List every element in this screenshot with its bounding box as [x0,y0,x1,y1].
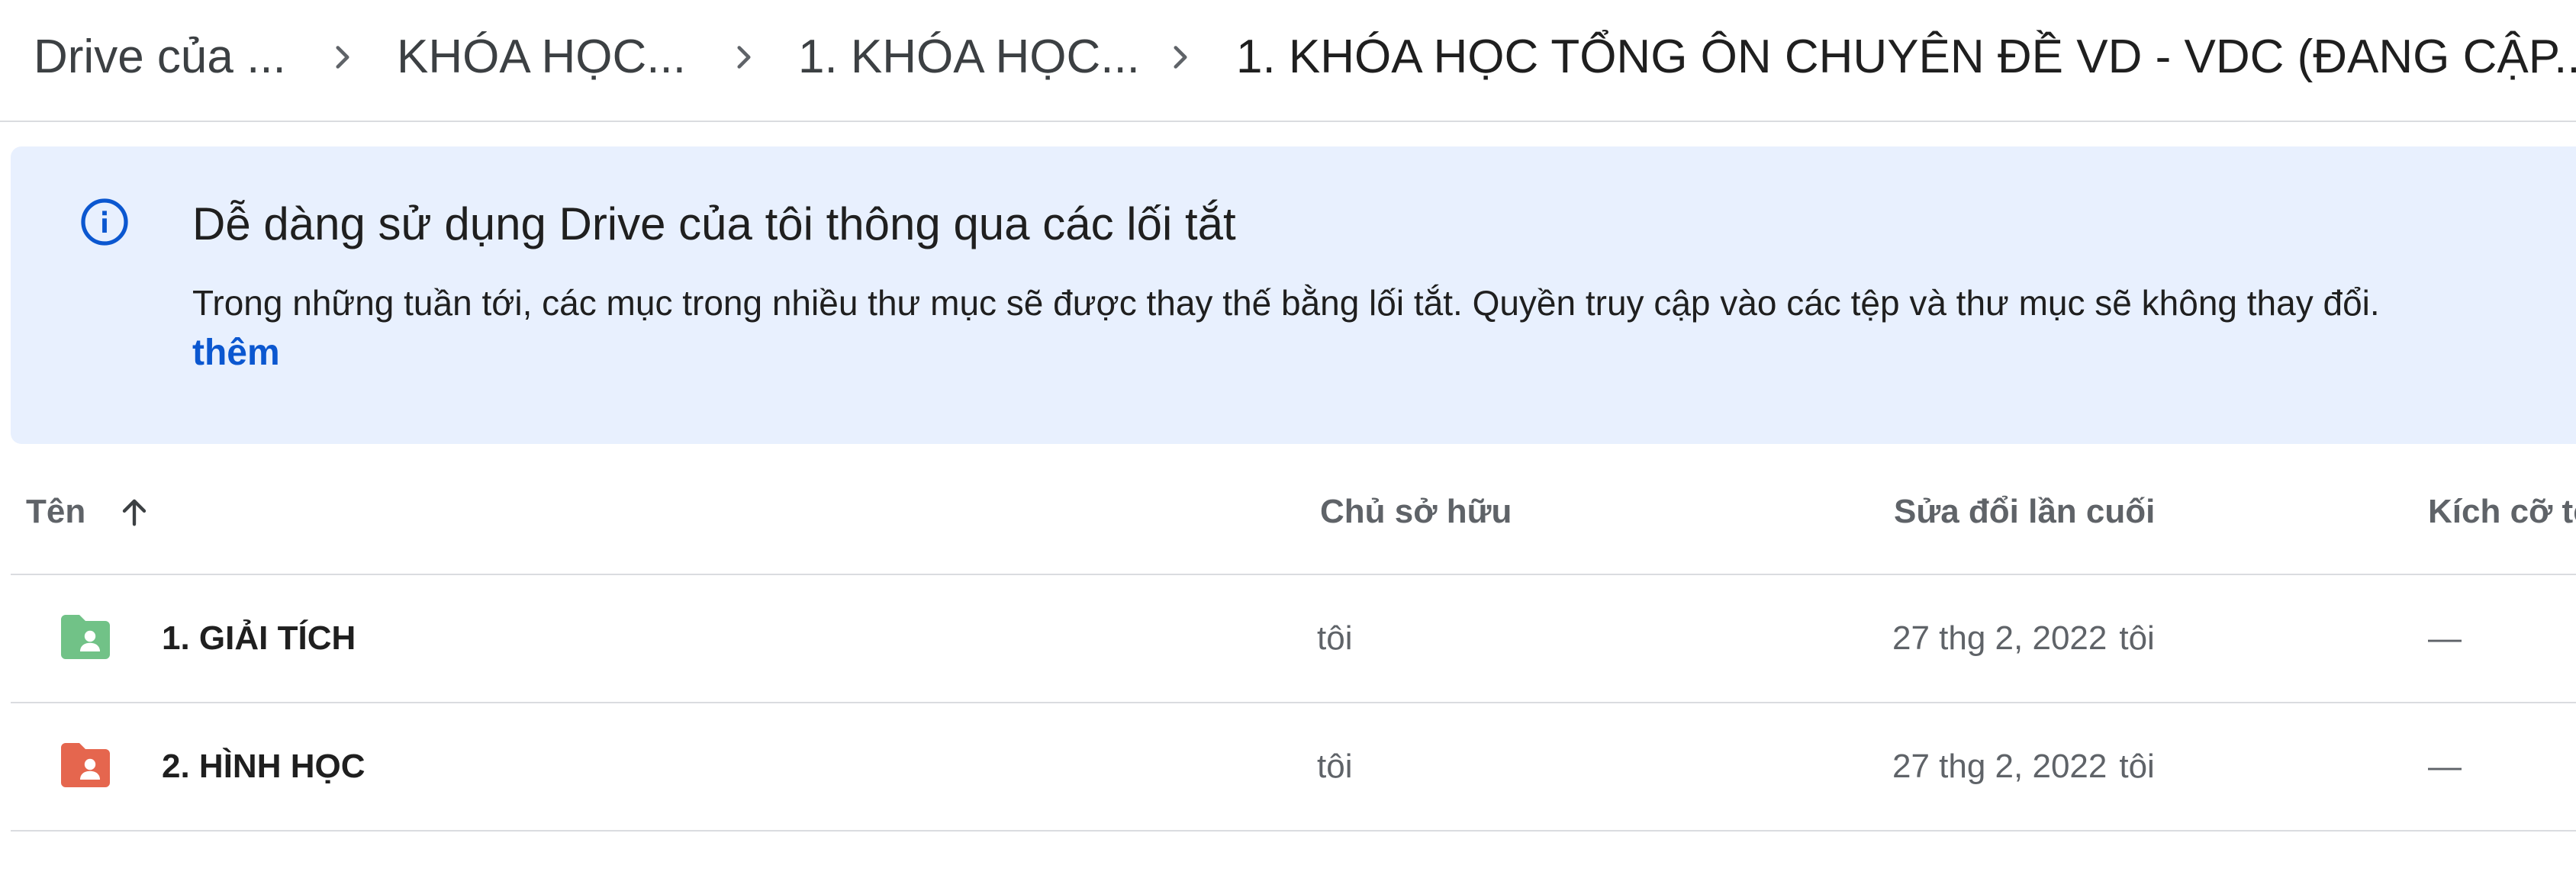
shortcuts-info-banner: Dễ dàng sử dụng Drive của tôi thông qua … [11,146,2576,444]
column-header-file-size[interactable]: Kích cỡ tệp [2428,450,2576,574]
file-name: 2. HÌNH HỌC [162,748,365,785]
file-name: 1. GIẢI TÍCH [162,619,356,657]
file-list-header: Tên Chủ sở hữu Sửa đổi lần cuối Kích cỡ … [11,450,2576,575]
file-size-cell: — [2428,619,2462,657]
last-modified-cell: 27 thg 2, 2022 tôi [1892,575,2155,702]
info-icon [78,195,131,249]
breadcrumb-item-my-drive[interactable]: Drive của ... [34,0,286,114]
shared-folder-icon [58,741,113,790]
column-header-last-modified[interactable]: Sửa đổi lần cuối [1894,450,2155,574]
table-row[interactable]: 1. GIẢI TÍCH tôi 27 thg 2, 2022 tôi — [11,575,2576,703]
breadcrumb-item-current-folder[interactable]: 1. KHÓA HỌC TỔNG ÔN CHUYÊN ĐỀ VD - VDC (… [1236,0,2576,114]
chevron-right-icon [1161,38,1199,76]
breadcrumb: Drive của ... KHÓA HỌC... 1. KHÓA HỌC...… [0,0,2576,122]
file-size-cell: — [2428,748,2462,785]
chevron-right-icon [725,38,763,76]
breadcrumb-item-khoa-hoc[interactable]: KHÓA HỌC... [397,0,686,114]
modified-by: tôi [2119,748,2155,785]
table-row[interactable]: 2. HÌNH HỌC tôi 27 thg 2, 2022 tôi — [11,703,2576,831]
column-header-name[interactable]: Tên [26,450,85,574]
shared-folder-icon [58,613,113,662]
chevron-right-icon [324,38,362,76]
owner-cell: tôi [1317,748,1353,785]
modified-by: tôi [2119,619,2155,657]
column-header-owner[interactable]: Chủ sở hữu [1320,450,1512,574]
banner-title: Dễ dàng sử dụng Drive của tôi thông qua … [192,198,1236,249]
learn-more-link[interactable]: thêm [192,326,280,380]
last-modified-cell: 27 thg 2, 2022 tôi [1892,703,2155,830]
modified-date: 27 thg 2, 2022 [1892,619,2107,657]
breadcrumb-item-1-khoa-hoc[interactable]: 1. KHÓA HỌC... [798,0,1140,114]
owner-cell: tôi [1317,619,1353,657]
modified-date: 27 thg 2, 2022 [1892,748,2107,785]
arrow-upward-icon[interactable] [114,493,154,532]
banner-message: Trong những tuần tới, các mục trong nhiề… [192,283,2380,323]
